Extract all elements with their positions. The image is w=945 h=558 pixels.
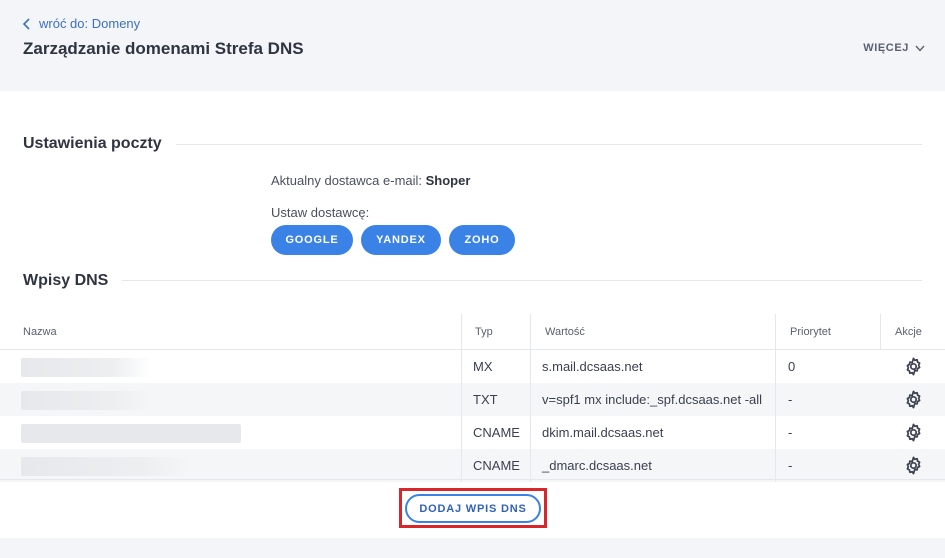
type-cell: CNAME (461, 449, 520, 482)
table-row: MX s.mail.dcsaas.net 0 (0, 350, 945, 383)
column-header-priority[interactable]: Priorytet (775, 314, 831, 350)
dns-table: Nazwa Typ Wartość Priorytet Akcje MX s.m… (0, 314, 945, 482)
chevron-down-icon (915, 45, 925, 52)
table-footer-divider (0, 479, 945, 480)
gear-icon[interactable] (904, 423, 923, 442)
add-dns-entry-button[interactable]: DODAJ WPIS DNS (405, 494, 541, 523)
page-header: wróć do: Domeny Zarządzanie domenami Str… (0, 0, 945, 91)
name-cell-redacted (21, 391, 151, 410)
value-cell: dkim.mail.dcsaas.net (530, 416, 663, 449)
table-row: CNAME dkim.mail.dcsaas.net - (0, 416, 945, 449)
mail-settings-title: Ustawienia poczty (23, 135, 176, 153)
current-provider-prefix: Aktualny dostawca e-mail: (271, 173, 426, 188)
type-cell: MX (461, 350, 493, 383)
chevron-left-icon (22, 17, 30, 30)
table-row: TXT v=spf1 mx include:_spf.dcsaas.net -a… (0, 383, 945, 416)
gear-icon[interactable] (904, 390, 923, 409)
column-header-name[interactable]: Nazwa (23, 314, 57, 350)
priority-cell: - (775, 383, 792, 416)
more-menu-label[interactable]: WIĘCEJ (863, 42, 909, 54)
provider-yandex-button[interactable]: YANDEX (361, 225, 441, 255)
priority-cell: - (775, 416, 792, 449)
provider-zoho-button[interactable]: ZOHO (449, 225, 515, 255)
column-header-type[interactable]: Typ (461, 314, 493, 350)
priority-cell: 0 (775, 350, 795, 383)
value-cell: v=spf1 mx include:_spf.dcsaas.net -all (530, 383, 762, 416)
value-cell: _dmarc.dcsaas.net (530, 449, 652, 482)
gear-icon[interactable] (904, 357, 923, 376)
type-cell: TXT (461, 383, 498, 416)
gear-icon[interactable] (904, 456, 923, 475)
set-provider-label: Ustaw dostawcę: (271, 205, 370, 220)
value-cell: s.mail.dcsaas.net (530, 350, 642, 383)
current-provider: Aktualny dostawca e-mail: Shoper (271, 173, 470, 188)
section-divider (118, 280, 922, 281)
column-header-actions: Akcje (880, 314, 922, 350)
provider-google-button[interactable]: GOOGLE (271, 225, 353, 255)
page-title: Zarządzanie domenami Strefa DNS (23, 39, 304, 58)
provider-buttons: GOOGLE YANDEX ZOHO (271, 225, 515, 255)
table-row: CNAME _dmarc.dcsaas.net - (0, 449, 945, 482)
current-provider-value: Shoper (425, 173, 471, 188)
dns-entries-title: Wpisy DNS (23, 272, 123, 290)
priority-cell: - (775, 449, 792, 482)
type-cell: CNAME (461, 416, 520, 449)
back-link-label[interactable]: wróć do: Domeny (39, 16, 140, 31)
column-header-value[interactable]: Wartość (530, 314, 585, 350)
back-link[interactable]: wróć do: Domeny (22, 16, 140, 31)
table-header: Nazwa Typ Wartość Priorytet Akcje (0, 314, 945, 350)
section-divider (170, 144, 922, 145)
name-cell-redacted (21, 358, 151, 377)
name-cell-redacted (21, 424, 241, 443)
more-menu-button[interactable]: WIĘCEJ (863, 42, 925, 54)
content-card: Ustawienia poczty Aktualny dostawca e-ma… (0, 91, 945, 538)
name-cell-redacted (21, 457, 191, 476)
